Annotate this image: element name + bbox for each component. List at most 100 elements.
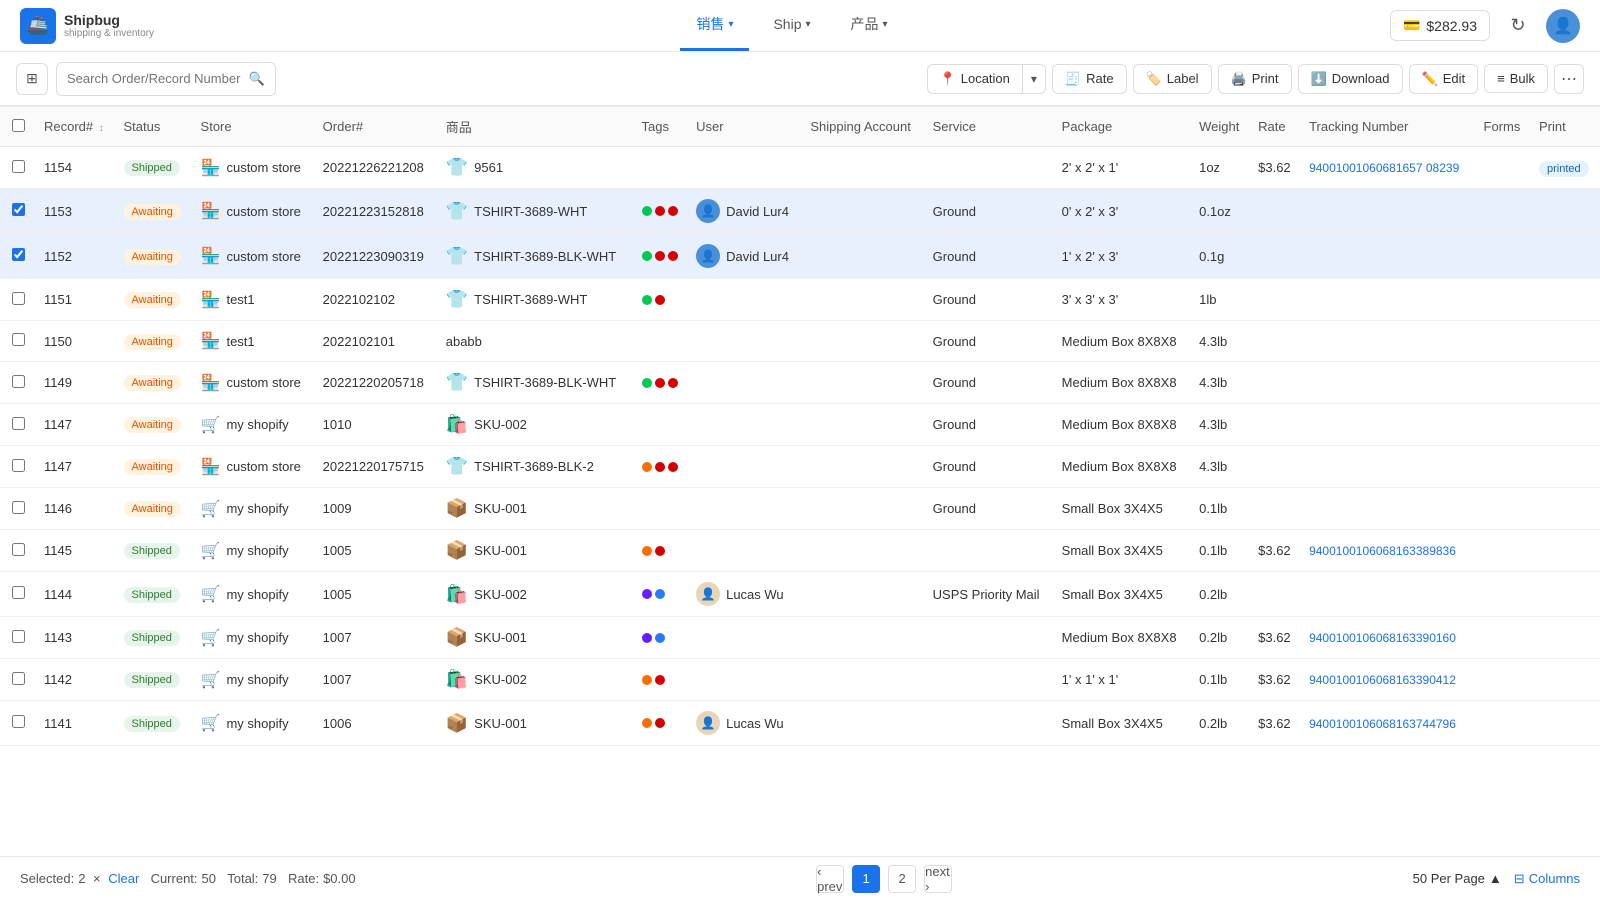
location-button[interactable]: 📍 Location xyxy=(928,65,1023,93)
record-id: 1154 xyxy=(36,147,116,189)
tag-dot xyxy=(668,378,678,388)
row-checkbox-cell[interactable] xyxy=(0,530,36,572)
bottom-right-controls: 50 Per Page ▲ ⊟ Columns xyxy=(1413,871,1580,887)
user-avatar: 👤 xyxy=(696,582,720,606)
rate-button[interactable]: 🧾 Rate xyxy=(1052,64,1127,94)
row-checkbox-cell[interactable] xyxy=(0,701,36,746)
row-checkbox[interactable] xyxy=(12,292,25,305)
row-checkbox[interactable] xyxy=(12,459,25,472)
service-cell: Ground xyxy=(925,446,1054,488)
status-cell: Awaiting xyxy=(116,189,193,234)
logo[interactable]: 🚢 Shipbug shipping & inventory xyxy=(20,8,154,44)
row-checkbox-cell[interactable] xyxy=(0,659,36,701)
product-cell: 📦SKU-001 xyxy=(438,530,634,572)
select-all-checkbox[interactable] xyxy=(12,119,25,132)
user-cell: 👤David Lur4 xyxy=(688,234,802,279)
clear-button[interactable]: Clear xyxy=(108,871,139,886)
status-badge: Shipped xyxy=(124,716,180,732)
table-row: 1142Shipped🛒my shopify1007🛍️SKU-0021' x … xyxy=(0,659,1600,701)
col-tracking: Tracking Number xyxy=(1301,107,1475,147)
col-user: User xyxy=(688,107,802,147)
page-2-button[interactable]: 2 xyxy=(888,865,916,893)
nav-tab-products[interactable]: 产品 ▾ xyxy=(835,0,904,51)
user-cell: 👤Lucas Wu xyxy=(688,701,802,746)
status-badge: Awaiting xyxy=(124,417,181,433)
download-button[interactable]: ⬇️ Download xyxy=(1298,64,1403,94)
location-dropdown-button[interactable]: ▾ xyxy=(1023,66,1045,92)
more-options-button[interactable]: ⋯ xyxy=(1554,64,1584,94)
table-row: 1143Shipped🛒my shopify1007📦SKU-001Medium… xyxy=(0,617,1600,659)
print-button[interactable]: 🖨️ Print xyxy=(1218,64,1292,94)
row-checkbox[interactable] xyxy=(12,333,25,346)
shipping-account-cell xyxy=(802,234,924,279)
row-checkbox[interactable] xyxy=(12,203,25,216)
row-checkbox-cell[interactable] xyxy=(0,321,36,362)
select-all-header[interactable] xyxy=(0,107,36,147)
balance-button[interactable]: 💳 $282.93 xyxy=(1390,10,1490,41)
store-cell: 🛒my shopify xyxy=(193,701,315,746)
row-checkbox[interactable] xyxy=(12,672,25,685)
bulk-button[interactable]: ≡ Bulk xyxy=(1484,64,1548,93)
row-checkbox[interactable] xyxy=(12,586,25,599)
status-cell: Awaiting xyxy=(116,321,193,362)
row-checkbox-cell[interactable] xyxy=(0,189,36,234)
wallet-icon: 💳 xyxy=(1403,17,1420,34)
next-page-button[interactable]: next › xyxy=(924,865,952,893)
per-page-selector[interactable]: 50 Per Page ▲ xyxy=(1413,871,1502,886)
row-checkbox-cell[interactable] xyxy=(0,362,36,404)
row-checkbox-cell[interactable] xyxy=(0,488,36,530)
tracking-cell xyxy=(1301,321,1475,362)
row-checkbox[interactable] xyxy=(12,630,25,643)
user-cell xyxy=(688,659,802,701)
tracking-link[interactable]: 9400100106068163390160 xyxy=(1309,631,1456,645)
tag-dot xyxy=(655,546,665,556)
order-number: 1005 xyxy=(315,530,438,572)
row-checkbox-cell[interactable] xyxy=(0,617,36,659)
tracking-link[interactable]: 9400100106068163390412 xyxy=(1309,673,1456,687)
row-checkbox[interactable] xyxy=(12,417,25,430)
print-status-cell xyxy=(1531,234,1600,279)
search-input[interactable] xyxy=(67,71,241,86)
row-checkbox-cell[interactable] xyxy=(0,404,36,446)
row-checkbox[interactable] xyxy=(12,543,25,556)
filter-button[interactable]: ⊞ xyxy=(16,63,48,95)
orders-table: Record# ↕ Status Store Order# 商品 Tags Us… xyxy=(0,106,1600,746)
nav-tab-ship[interactable]: Ship ▾ xyxy=(757,2,826,49)
label-button[interactable]: 🏷️ Label xyxy=(1133,64,1212,94)
prev-page-button[interactable]: ‹ prev xyxy=(816,865,844,893)
tracking-link[interactable]: 9400100106068163389836 xyxy=(1309,544,1456,558)
tag-dot xyxy=(642,378,652,388)
row-checkbox-cell[interactable] xyxy=(0,446,36,488)
product-icon: 📦 xyxy=(446,498,468,519)
tracking-link[interactable]: 94001001060681657 08239 xyxy=(1309,161,1459,175)
product-cell: 👕TSHIRT-3689-WHT xyxy=(438,189,634,234)
chevron-up-icon: ▲ xyxy=(1489,871,1502,886)
edit-button[interactable]: ✏️ Edit xyxy=(1409,64,1479,94)
store-cell: 🛒my shopify xyxy=(193,530,315,572)
row-checkbox[interactable] xyxy=(12,160,25,173)
tags-cell xyxy=(634,701,689,746)
row-checkbox-cell[interactable] xyxy=(0,147,36,189)
product-icon: 🛍️ xyxy=(446,584,468,605)
row-checkbox-cell[interactable] xyxy=(0,279,36,321)
avatar[interactable]: 👤 xyxy=(1546,9,1580,43)
rate-cell: $3.62 xyxy=(1250,147,1301,189)
tag-dot xyxy=(642,675,652,685)
columns-button[interactable]: ⊟ Columns xyxy=(1514,871,1580,887)
page-1-button[interactable]: 1 xyxy=(852,865,880,893)
tracking-link[interactable]: 9400100106068163744796 xyxy=(1309,717,1456,731)
row-checkbox[interactable] xyxy=(12,501,25,514)
store-icon: 🛒 xyxy=(201,713,221,733)
row-checkbox[interactable] xyxy=(12,375,25,388)
row-checkbox[interactable] xyxy=(12,715,25,728)
product-name: SKU-001 xyxy=(474,716,527,731)
refresh-button[interactable]: ↻ xyxy=(1502,10,1534,42)
row-checkbox-cell[interactable] xyxy=(0,234,36,279)
nav-tab-sales[interactable]: 销售 ▾ xyxy=(680,0,749,51)
forms-cell xyxy=(1476,189,1531,234)
user-name: David Lur4 xyxy=(726,249,789,264)
print-status-cell xyxy=(1531,404,1600,446)
row-checkbox[interactable] xyxy=(12,248,25,261)
store-cell: 🏪custom store xyxy=(193,234,315,279)
row-checkbox-cell[interactable] xyxy=(0,572,36,617)
